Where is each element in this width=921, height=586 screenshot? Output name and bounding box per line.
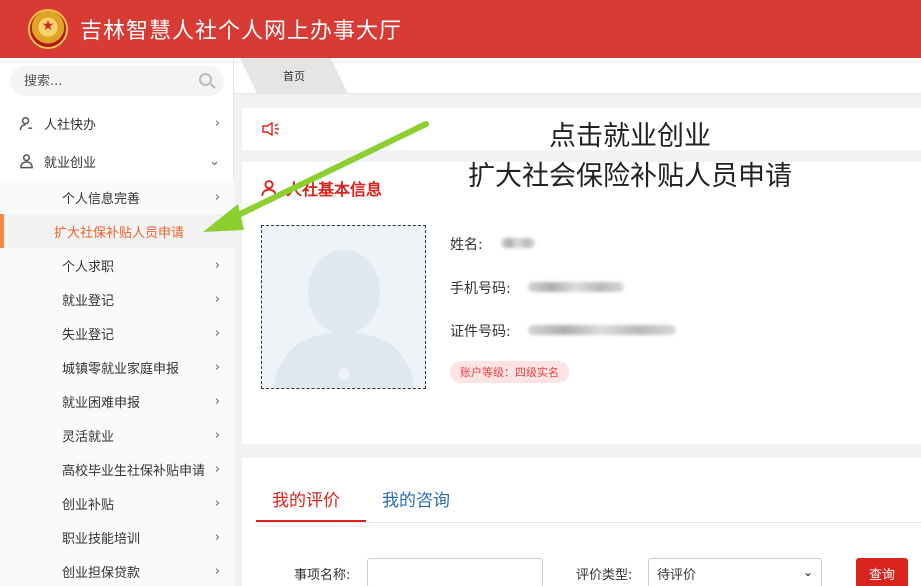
annotation-arrow-icon — [203, 121, 429, 232]
